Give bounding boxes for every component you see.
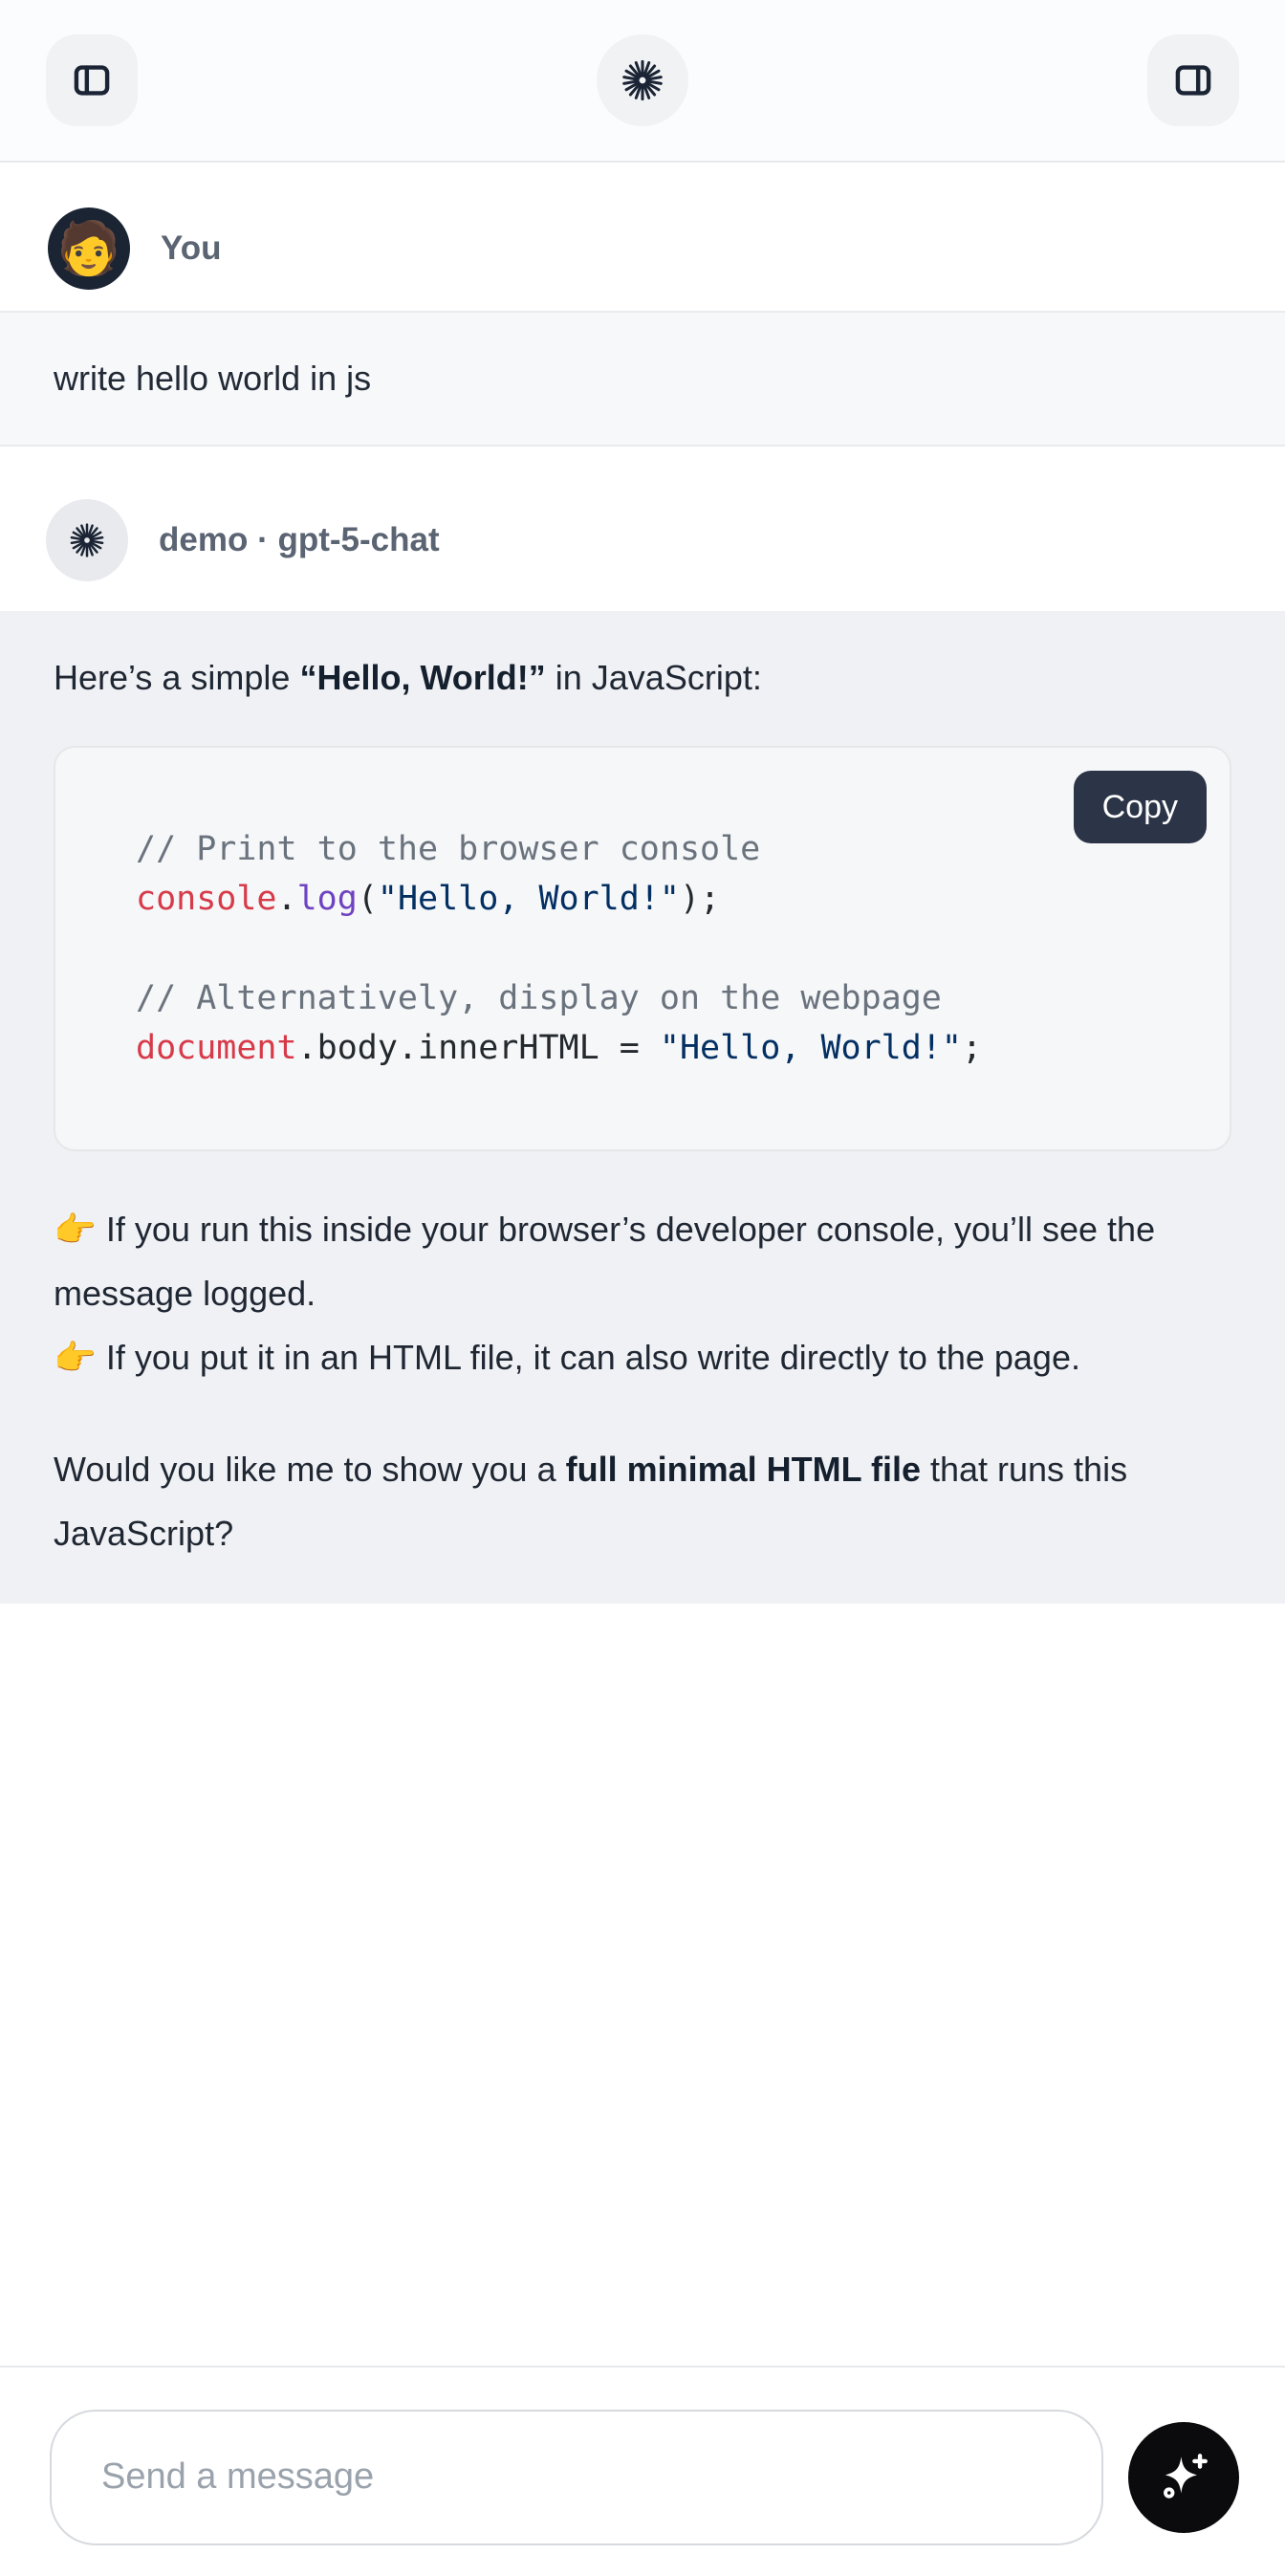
assistant-message: Here’s a simple “Hello, World!” in JavaS… <box>0 611 1285 1604</box>
user-author-row: 🧑 You <box>48 207 1285 290</box>
code-line: // Print to the browser console <box>136 824 1191 874</box>
assistant-author-row: demo · gpt-5-chat <box>46 499 1285 581</box>
assistant-avatar <box>46 499 128 581</box>
chat-app: 🧑 You write hello world in js demo · gpt… <box>0 0 1285 2576</box>
chat-scroll-area: 🧑 You write hello world in js demo · gpt… <box>0 163 1285 2366</box>
assistant-question: Would you like me to show you a full min… <box>54 1437 1231 1565</box>
code-line: console.log("Hello, World!"); <box>136 874 1191 924</box>
user-author-label: You <box>161 229 222 268</box>
sidebar-toggle-button[interactable] <box>46 34 138 126</box>
code-block: Copy // Print to the browser consolecons… <box>54 746 1231 1151</box>
sparkle-icon <box>1154 2448 1213 2507</box>
copy-button[interactable]: Copy <box>1074 771 1207 843</box>
message-input[interactable] <box>50 2410 1103 2545</box>
user-message-text: write hello world in js <box>54 355 1231 403</box>
code-line <box>136 924 1191 973</box>
starburst-icon <box>620 57 665 103</box>
code-line: // Alternatively, display on the webpage <box>136 973 1191 1023</box>
starburst-icon <box>68 521 106 559</box>
panel-right-icon <box>1171 58 1215 102</box>
person-emoji: 🧑 <box>56 223 120 274</box>
user-message: write hello world in js <box>0 311 1285 447</box>
tip-line: 👉 If you put it in an HTML file, it can … <box>54 1325 1231 1389</box>
top-bar <box>0 0 1285 163</box>
assistant-intro: Here’s a simple “Hello, World!” in JavaS… <box>54 645 1231 709</box>
app-logo-button[interactable] <box>597 34 688 126</box>
user-avatar: 🧑 <box>48 207 130 290</box>
code-line: document.body.innerHTML = "Hello, World!… <box>136 1023 1191 1073</box>
right-panel-toggle-button[interactable] <box>1147 34 1239 126</box>
composer <box>0 2366 1285 2576</box>
panel-left-icon <box>70 58 114 102</box>
code-content: // Print to the browser consoleconsole.l… <box>136 824 1191 1073</box>
send-button[interactable] <box>1128 2422 1239 2533</box>
tip-line: 👉 If you run this inside your browser’s … <box>54 1197 1231 1325</box>
assistant-author-label: demo · gpt-5-chat <box>159 521 440 559</box>
